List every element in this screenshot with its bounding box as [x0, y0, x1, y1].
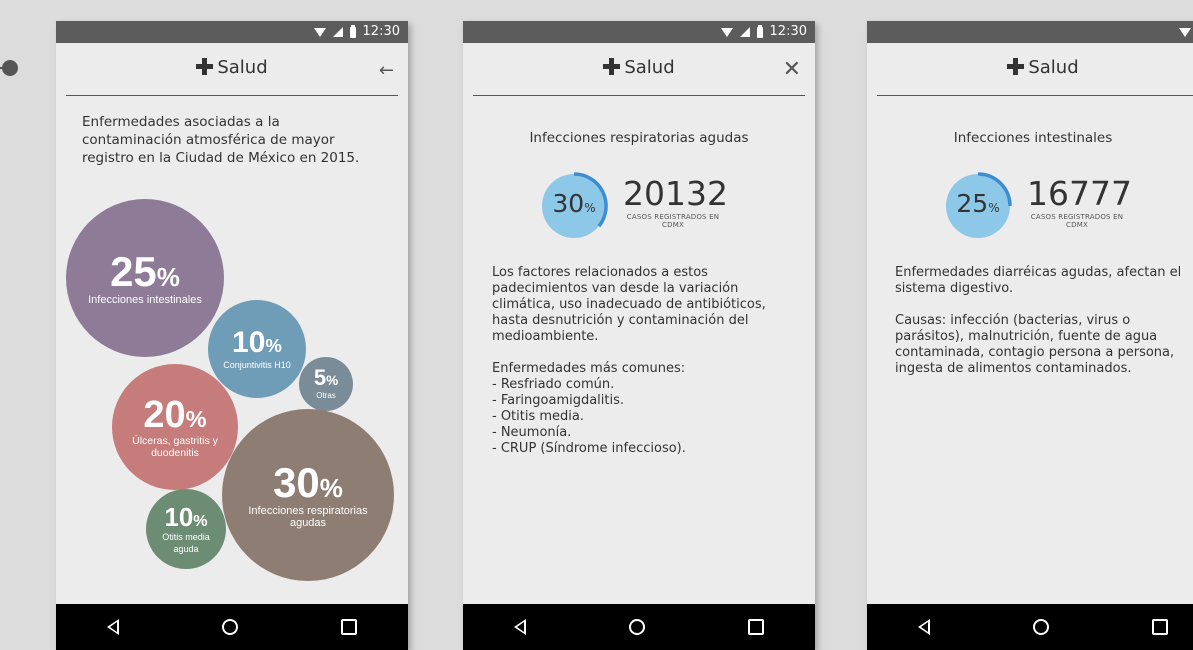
bubble-otitis[interactable]: 10% Otitis media aguda: [146, 489, 226, 569]
disease-description: Enfermedades diarréicas agudas, afectan …: [895, 265, 1182, 376]
system-nav-bar: [56, 604, 408, 650]
nav-home-icon[interactable]: [1032, 619, 1049, 635]
bubble-label: Conjuntivitis H10: [223, 359, 291, 370]
wifi-icon: [1179, 27, 1192, 37]
case-caption: CASOS REGISTRADOS EN CDMX: [626, 213, 720, 229]
bubble-infecciones-intestinales[interactable]: 25% Infecciones intestinales: [66, 199, 224, 357]
nav-back-icon[interactable]: [918, 619, 931, 635]
nav-home-icon[interactable]: [628, 619, 645, 635]
nav-back-icon[interactable]: [107, 619, 120, 635]
bubble-pct: 10: [164, 501, 194, 532]
bubble-label: Otras: [316, 390, 336, 400]
bubble-label: Úlceras, gastritis y duodenitis: [132, 434, 218, 459]
plus-icon: [1007, 58, 1025, 75]
battery-icon: [349, 24, 356, 38]
bubble-conjuntivitis[interactable]: 10% Conjuntivitis H10: [208, 300, 306, 398]
app-title: Salud: [217, 57, 268, 78]
nav-home-icon[interactable]: [221, 619, 238, 635]
bubble-label: Infecciones respiratorias agudas: [248, 504, 368, 529]
case-caption: CASOS REGISTRADOS EN CDMX: [1030, 213, 1124, 229]
status-bar: 12:30: [463, 21, 815, 43]
app-title: Salud: [624, 57, 675, 78]
bubble-respiratorias[interactable]: 30% Infecciones respiratorias agudas: [222, 409, 394, 581]
status-time: 12:30: [769, 24, 807, 39]
disease-title: Infecciones intestinales: [953, 130, 1113, 146]
disease-title: Infecciones respiratorias agudas: [529, 130, 749, 146]
bubble-label: Otitis media aguda: [162, 531, 210, 554]
signal-icon: [332, 27, 343, 37]
wifi-icon: [720, 27, 733, 37]
bubble-otras[interactable]: 5% Otras: [299, 357, 353, 411]
nav-recent-icon[interactable]: [1151, 619, 1168, 635]
app-header: Salud ✕: [473, 43, 805, 96]
bubble-pct: 20: [143, 393, 186, 436]
status-bar: 12:30: [56, 21, 408, 43]
system-nav-bar: [867, 604, 1193, 650]
percent-value: 30%: [552, 189, 596, 218]
percent-value: 25%: [956, 189, 1000, 218]
nav-back-icon[interactable]: [514, 619, 527, 635]
connector-dot: [0, 60, 18, 76]
bubble-label: Infecciones intestinales: [88, 293, 202, 306]
app-brand: Salud: [877, 57, 1193, 78]
app-brand: Salud: [473, 57, 805, 78]
app-brand: Salud: [66, 57, 398, 78]
signal-icon: [739, 27, 750, 37]
plus-icon: [196, 58, 214, 75]
system-nav-bar: [463, 604, 815, 650]
bubble-pct: 10: [232, 325, 266, 359]
case-count: 20132: [623, 174, 728, 213]
stat-block: 30% 20132 CASOS REGISTRADOS EN CDMX: [463, 171, 815, 251]
nav-recent-icon[interactable]: [747, 619, 764, 635]
plus-icon: [603, 58, 621, 75]
nav-recent-icon[interactable]: [340, 619, 357, 635]
battery-icon: [756, 24, 763, 38]
bubble-ulceras[interactable]: 20% Úlceras, gastritis y duodenitis: [112, 364, 238, 490]
app-header: Salud ←: [66, 43, 398, 96]
intro-text: Enfermedades asociadas a la contaminació…: [82, 114, 360, 166]
bubble-pct: 30: [273, 458, 320, 506]
status-bar: 12: [867, 21, 1193, 43]
phone-screen-intestinales: 12 Salud ✕ Infecciones intestinales 25% …: [867, 21, 1193, 650]
case-count: 16777: [1027, 174, 1132, 213]
wifi-icon: [313, 27, 326, 37]
back-arrow-icon[interactable]: ←: [379, 60, 394, 81]
app-title: Salud: [1028, 57, 1079, 78]
app-header: Salud ✕: [877, 43, 1193, 96]
phone-screen-respiratorias: 12:30 Salud ✕ Infecciones respiratorias …: [463, 21, 815, 650]
stat-block: 25% 16777 CASOS REGISTRADOS EN CDMX: [867, 171, 1193, 251]
close-icon[interactable]: ✕: [783, 57, 801, 82]
bubble-pct: 5: [313, 364, 327, 390]
status-time: 12:30: [362, 24, 400, 39]
phone-screen-overview: 12:30 Salud ← Enfermedades asociadas a l…: [56, 21, 408, 650]
disease-description: Los factores relacionados a estos padeci…: [492, 265, 766, 456]
bubble-pct: 25: [110, 247, 157, 295]
